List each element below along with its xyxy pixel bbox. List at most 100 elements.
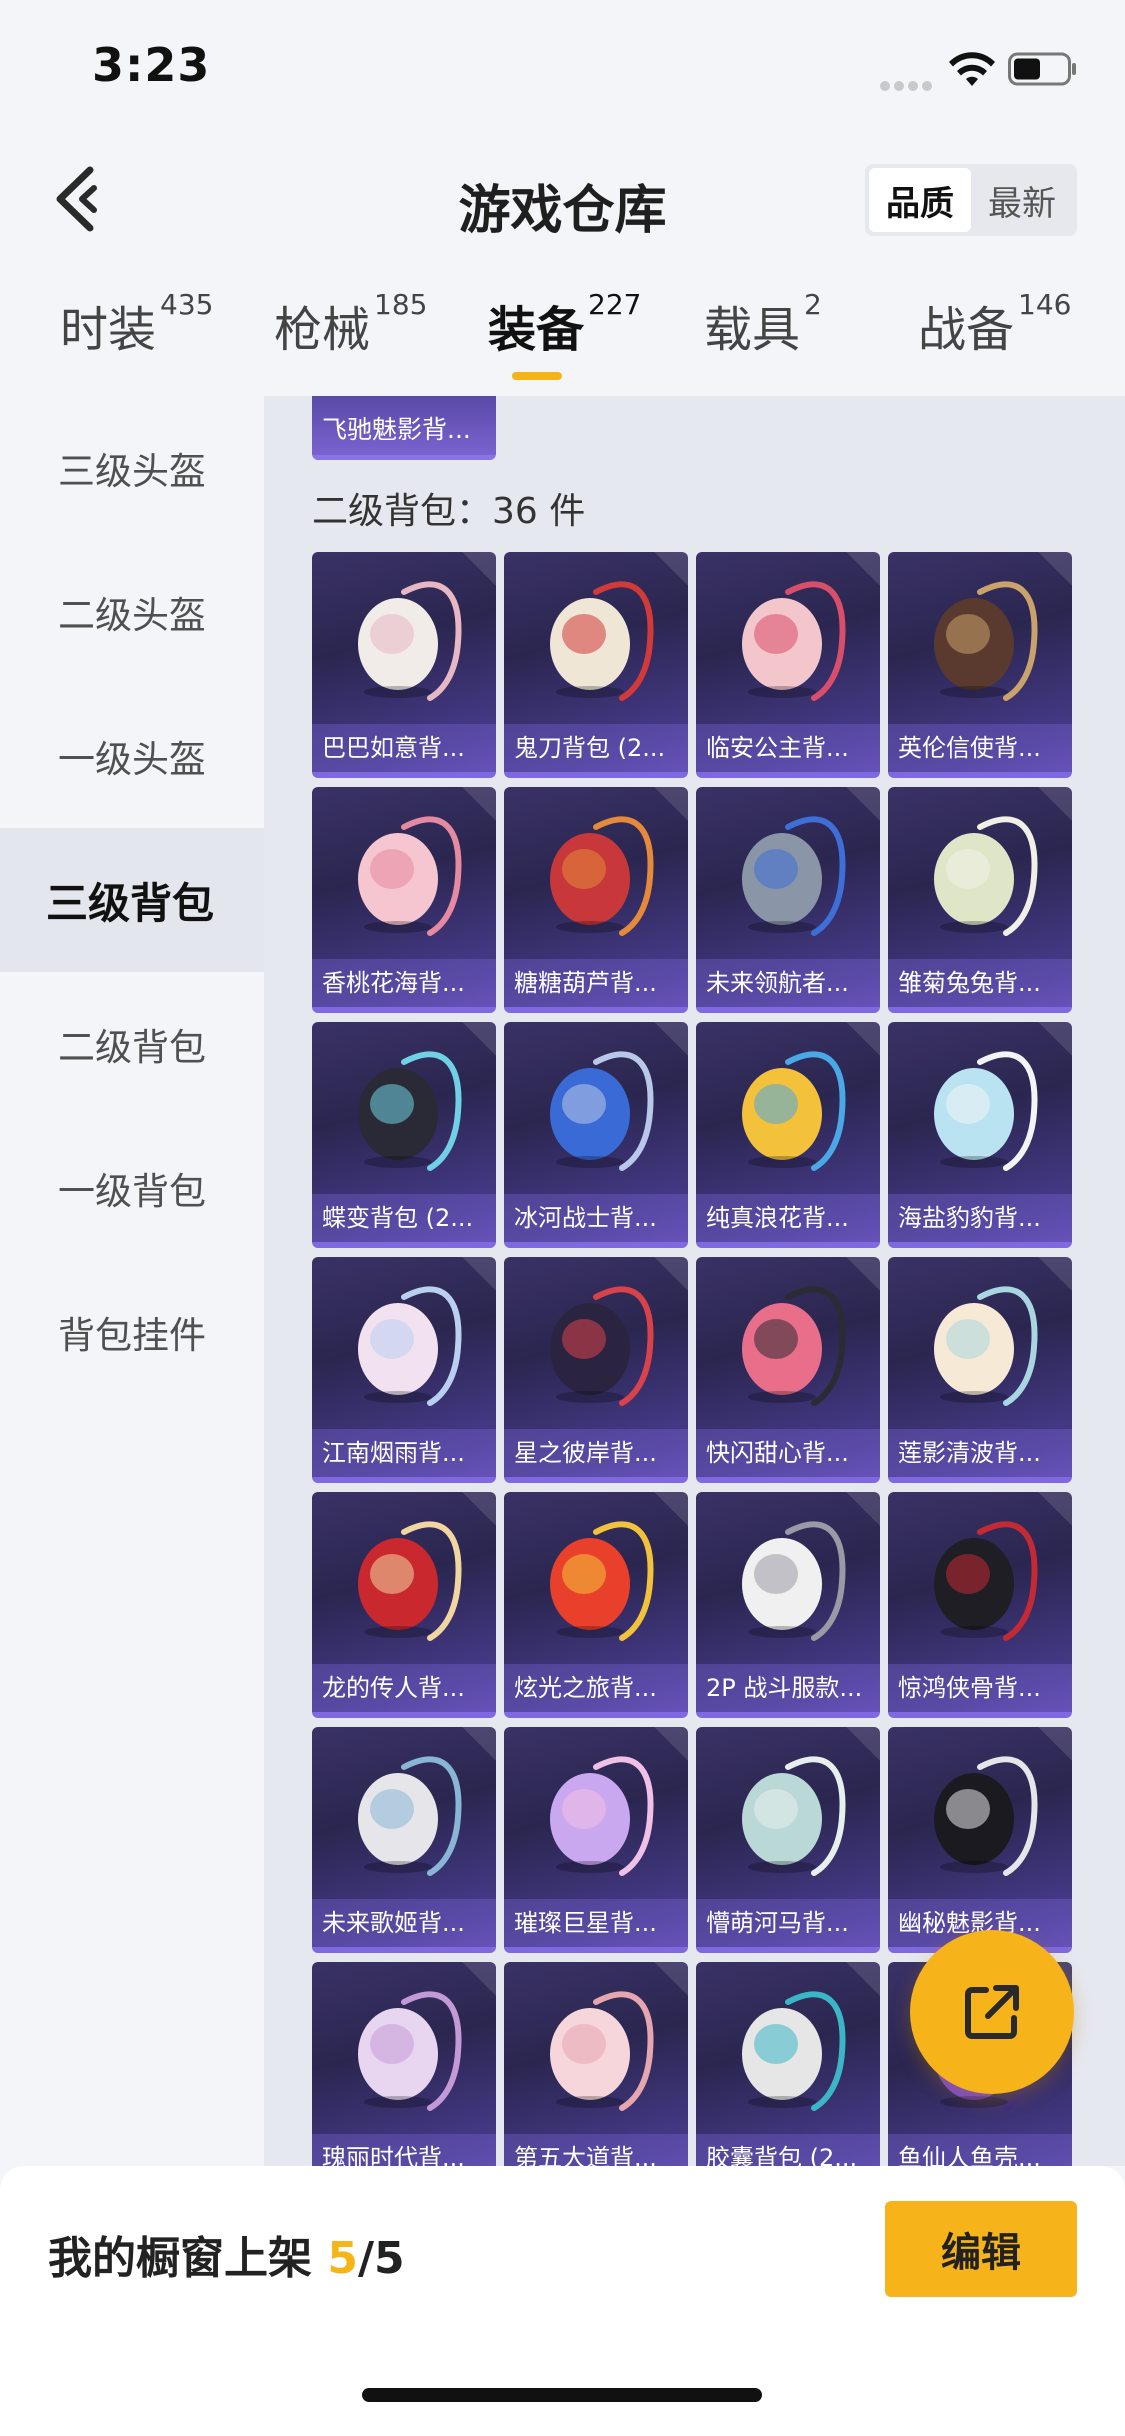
butterfly-backpack-icon — [358, 1051, 462, 1171]
tab-firearms[interactable]: 枪械 185 — [274, 288, 427, 360]
item-card[interactable]: 第五大道背... — [504, 1962, 688, 2166]
item-name: 莲影清波背... — [888, 1429, 1072, 1477]
item-card[interactable]: 未来歌姬背... — [312, 1727, 496, 1953]
item-name: 星之彼岸背... — [504, 1429, 688, 1477]
sidebar-item-level3-helmet[interactable]: 三级头盔 — [0, 396, 264, 540]
item-name: 懵萌河马背... — [696, 1899, 880, 1947]
item-card[interactable]: 海盐豹豹背... — [888, 1022, 1072, 1248]
item-card[interactable]: 雏菊兔兔背... — [888, 787, 1072, 1013]
category-tabs: 时装 435 枪械 185 装备 227 载具 2 战备 146 — [0, 288, 1125, 390]
galaxy-pod-backpack-icon — [550, 1286, 654, 1406]
blue-camo-backpack-icon — [550, 1051, 654, 1171]
seal-backpack-icon — [934, 1051, 1038, 1171]
item-card[interactable]: 英伦信使背... — [888, 552, 1072, 778]
sort-newest-button[interactable]: 最新 — [971, 168, 1073, 232]
item-card[interactable]: 蝶变背包 (2... — [312, 1022, 496, 1248]
idol-backpack-icon — [358, 1756, 462, 1876]
sort-toggle: 品质 最新 — [865, 164, 1077, 236]
item-card[interactable]: 未来领航者... — [696, 787, 880, 1013]
item-name: 璀璨巨星背... — [504, 1899, 688, 1947]
showcase-total: /5 — [357, 2233, 405, 2284]
item-card[interactable]: 炫光之旅背... — [504, 1492, 688, 1718]
item-card[interactable]: 龙的传人背... — [312, 1492, 496, 1718]
signal-dots-icon — [880, 76, 936, 91]
item-card[interactable]: 快闪甜心背... — [696, 1257, 880, 1483]
item-name: 未来歌姬背... — [312, 1899, 496, 1947]
sidebar-item-level3-backpack[interactable]: 三级背包 — [0, 828, 264, 972]
item-card[interactable]: 冰河战士背... — [504, 1022, 688, 1248]
item-name: 鬼刀背包 (2... — [504, 724, 688, 772]
share-button[interactable] — [910, 1930, 1074, 2094]
tab-fashion[interactable]: 时装 435 — [60, 288, 214, 360]
item-name: 冰河战士背... — [504, 1194, 688, 1242]
item-card[interactable]: 江南烟雨背... — [312, 1257, 496, 1483]
gumball-backpack-icon — [550, 1521, 654, 1641]
sidebar-item-level1-backpack[interactable]: 一级背包 — [0, 1116, 264, 1260]
showcase-current-count: 5 — [327, 2233, 358, 2284]
hippo-backpack-icon — [742, 1756, 846, 1876]
wifi-icon — [949, 52, 995, 86]
item-card[interactable]: 临安公主背... — [696, 552, 880, 778]
pink-ruffle-backpack-icon — [358, 816, 462, 936]
partial-item-card[interactable]: 飞驰魅影背... — [312, 396, 496, 460]
tab-count: 227 — [588, 288, 642, 321]
item-card[interactable]: 纯真浪花背... — [696, 1022, 880, 1248]
tab-supplies[interactable]: 战备 146 — [918, 288, 1072, 360]
tab-label: 枪械 — [274, 302, 371, 358]
tab-vehicles[interactable]: 载具 2 — [704, 288, 822, 360]
sort-quality-button[interactable]: 品质 — [869, 168, 971, 232]
active-tab-indicator — [512, 372, 562, 380]
item-card[interactable]: 胶囊背包 (2... — [696, 1962, 880, 2166]
sidebar-item-backpack-charms[interactable]: 背包挂件 — [0, 1260, 264, 1404]
bow-round-backpack-icon — [358, 1286, 462, 1406]
item-card[interactable]: 巴巴如意背... — [312, 552, 496, 778]
battery-icon — [1008, 52, 1076, 86]
item-card[interactable]: 2P 战斗服款... — [696, 1492, 880, 1718]
item-name: 快闪甜心背... — [696, 1429, 880, 1477]
item-name: 纯真浪花背... — [696, 1194, 880, 1242]
item-card[interactable]: 星之彼岸背... — [504, 1257, 688, 1483]
item-grid-panel: 飞驰魅影背... 二级背包：36 件 巴巴如意背... 鬼刀背包 (2... 临安公… — [264, 396, 1125, 2166]
tab-count: 435 — [160, 288, 214, 321]
item-name: 龙的传人背... — [312, 1664, 496, 1712]
daisy-bunny-backpack-icon — [934, 816, 1038, 936]
tab-label: 时装 — [60, 302, 157, 358]
clock-backpack-icon — [934, 581, 1038, 701]
status-time: 3:23 — [92, 38, 211, 92]
item-name: 英伦信使背... — [888, 724, 1072, 772]
item-card[interactable]: 璀璨巨星背... — [504, 1727, 688, 1953]
external-share-icon — [965, 1985, 1019, 2039]
status-bar: 3:23 — [0, 0, 1125, 140]
tab-count: 146 — [1018, 288, 1072, 321]
bottom-bar: 我的橱窗上架 5/5 编辑 — [0, 2166, 1125, 2436]
section-title: 二级背包：36 件 — [312, 491, 586, 532]
item-card[interactable]: 懵萌河马背... — [696, 1727, 880, 1953]
sidebar-item-level2-helmet[interactable]: 二级头盔 — [0, 540, 264, 684]
item-name: 雏菊兔兔背... — [888, 959, 1072, 1007]
sidebar-item-level2-backpack[interactable]: 二级背包 — [0, 972, 264, 1116]
item-name: 临安公主背... — [696, 724, 880, 772]
item-name: 瑰丽时代背... — [312, 2134, 496, 2166]
sidebar: 三级头盔 二级头盔 一级头盔 三级背包 二级背包 一级背包 背包挂件 — [0, 396, 264, 2166]
item-card[interactable]: 糖糖葫芦背... — [504, 787, 688, 1013]
black-heart-backpack-icon — [934, 1756, 1038, 1876]
item-name: 惊鸿侠骨背... — [888, 1664, 1072, 1712]
item-card[interactable]: 莲影清波背... — [888, 1257, 1072, 1483]
edit-button[interactable]: 编辑 — [885, 2201, 1077, 2297]
item-card[interactable]: 瑰丽时代背... — [312, 1962, 496, 2166]
item-card[interactable]: 惊鸿侠骨背... — [888, 1492, 1072, 1718]
tab-label: 战备 — [918, 302, 1015, 358]
red-dragon-backpack-icon — [358, 1521, 462, 1641]
item-name: 胶囊背包 (2... — [696, 2134, 880, 2166]
item-card[interactable]: 鬼刀背包 (2... — [504, 552, 688, 778]
flower-backpack-icon — [742, 581, 846, 701]
wave-bottle-backpack-icon — [742, 1051, 846, 1171]
white-fox-backpack-icon — [358, 581, 462, 701]
item-name: 香桃花海背... — [312, 959, 496, 1007]
item-card[interactable]: 香桃花海背... — [312, 787, 496, 1013]
lotus-pouch-backpack-icon — [934, 1286, 1038, 1406]
tab-equipment[interactable]: 装备 227 — [488, 288, 642, 360]
pink-speaker-backpack-icon — [742, 1286, 846, 1406]
sidebar-item-level1-helmet[interactable]: 一级头盔 — [0, 684, 264, 828]
item-card[interactable]: 幽秘魅影背... — [888, 1727, 1072, 1953]
